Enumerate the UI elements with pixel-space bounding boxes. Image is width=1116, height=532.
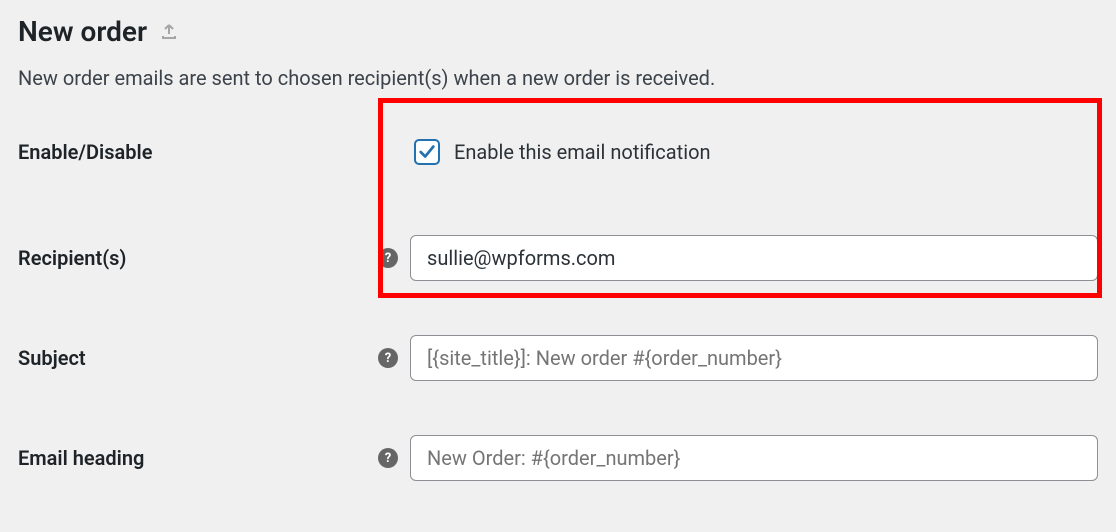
help-icon[interactable]: ? — [378, 448, 398, 468]
help-icon[interactable]: ? — [378, 248, 398, 268]
label-subject: Subject — [18, 346, 378, 370]
label-enable: Enable/Disable — [18, 140, 378, 164]
email-heading-input[interactable] — [410, 435, 1098, 481]
subject-input[interactable] — [410, 335, 1098, 381]
help-icon[interactable]: ? — [378, 348, 398, 368]
label-recipients: Recipient(s) — [18, 246, 378, 270]
recipients-input[interactable] — [410, 235, 1098, 281]
page-title: New order — [18, 15, 147, 48]
row-enable: Enable/Disable Enable this email notific… — [18, 128, 1098, 176]
enable-checkbox[interactable] — [414, 139, 440, 165]
page-header: New order — [18, 15, 1098, 48]
page-description: New order emails are sent to chosen reci… — [18, 66, 1098, 90]
label-email-heading: Email heading — [18, 446, 378, 470]
enable-checkbox-label: Enable this email notification — [454, 140, 711, 164]
row-recipients: Recipient(s) ? — [18, 234, 1098, 282]
back-link-icon[interactable] — [159, 22, 179, 42]
row-email-heading: Email heading ? — [18, 434, 1098, 482]
row-subject: Subject ? — [18, 334, 1098, 382]
